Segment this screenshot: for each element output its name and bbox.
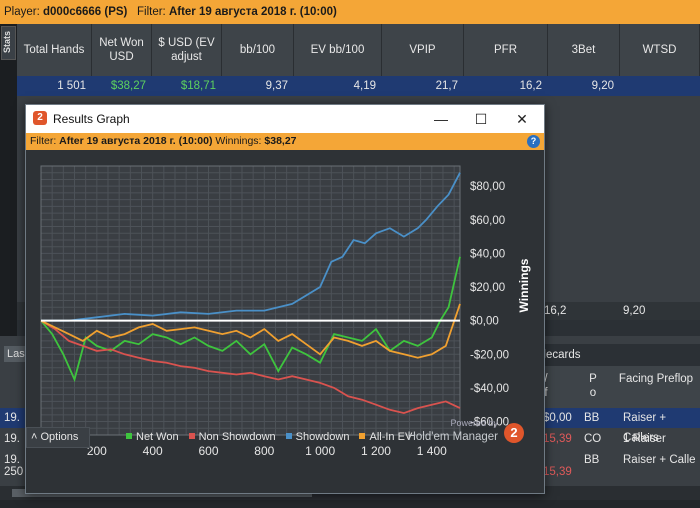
hand-time: 19. [4,412,20,424]
winnings-label: Winnings: [215,135,262,147]
hm2-logo-icon: 2 [33,111,47,125]
graph-filter-value: After 19 августа 2018 г. (10:00) [59,135,213,147]
hand-facing: 1 Raiser [623,433,666,445]
stats-row[interactable]: 1 501 $38,27 $18,71 9,37 4,19 21,7 16,2 9,20 [17,76,700,96]
y-tick-label: -$40,00 [470,383,509,395]
legend-swatch [126,433,132,439]
player-label: Player: [4,6,40,18]
y-tick-label: $40,00 [470,248,505,260]
graph-filter-bar: Filter: After 19 августа 2018 г. (10:00)… [26,133,544,150]
y-axis-label: Winnings [517,258,531,312]
stats-cell [620,76,700,96]
column-header[interactable]: 3Bet [548,24,620,76]
hands-column-header: / f P o Facing Preflop [540,366,700,408]
options-button[interactable]: ˄ Options [26,427,90,448]
column-header[interactable]: $ USD (EV adjust [152,24,222,76]
player-name: d000c6666 (PS) [43,6,128,18]
stats-cell: 4,19 [353,80,376,92]
stats-cell: 1 501 [57,80,86,92]
hand-position: BB [584,412,600,424]
col-facing[interactable]: Facing Preflop [618,372,694,386]
holecards-header: olecards [530,344,700,366]
legend-label: Showdown [295,431,350,443]
brand-name: Hold'em Manager [407,431,498,443]
maximize-button[interactable]: ☐ [461,105,501,133]
window-titlebar[interactable]: 2 Results Graph — ☐ ✕ [26,105,544,133]
stats-tab[interactable]: Stats [1,26,16,60]
column-header[interactable]: PFR [464,24,548,76]
column-header[interactable]: Total Hands [17,24,92,76]
x-tick-label: 1 000 [305,444,335,458]
stats-cell: $38,27 [110,80,146,92]
y-tick-label: $0,00 [470,316,499,328]
powered-by-text: Powered by [450,418,498,428]
legend-item[interactable]: Net Won [126,431,179,443]
options-label: Options [40,431,79,443]
filter-value: After 19 августа 2018 г. (10:00) [168,6,337,18]
filter-label: Filter: [136,6,166,18]
col-pos[interactable]: P o [586,372,600,400]
legend-item[interactable]: Showdown [285,431,350,443]
stats-header: Total Hands Net Won USD $ USD (EV adjust bb… [17,24,700,76]
column-header[interactable]: WTSD [620,24,700,76]
legend-swatch [188,433,195,439]
column-header[interactable]: VPIP [382,24,464,76]
x-tick-label: 400 [143,444,163,458]
window-title: Results Graph [53,112,130,126]
graph-filter-label: Filter: [30,135,57,147]
legend-label: Non Showdown [198,431,276,443]
stats-cell: 9,37 [265,80,288,92]
chart-legend: Net Won Non Showdown Showdown All-In EV [126,431,422,443]
player-filter-bar: Player: d000c6666 (PS) Filter: After 19 … [0,0,700,24]
column-header[interactable]: EV bb/100 [294,24,382,76]
hand-won: 15,39 [543,466,572,478]
legend-label: Net Won [136,431,179,443]
minimize-button[interactable]: — [421,105,461,133]
results-graph-window: 2 Results Graph — ☐ ✕ Filter: After 19 а… [25,104,545,494]
hand-time: 19. [4,433,20,445]
stats-cell: 21,7 [435,80,458,92]
y-tick-label: $80,00 [470,181,505,193]
winnings-value: $38,27 [264,135,297,147]
close-button[interactable]: ✕ [502,105,542,133]
y-tick-label: -$20,00 [470,349,509,361]
chevron-up-icon: ˄ [31,431,38,443]
x-tick-label: 800 [254,444,274,458]
column-header[interactable]: bb/100 [222,24,294,76]
legend-swatch [359,433,366,439]
x-tick-label: 600 [198,444,218,458]
hand-position: CO [584,433,602,445]
column-header[interactable]: Net Won USD [92,24,152,76]
x-tick-label: 1 200 [361,444,391,458]
stats-cell: $18,71 [180,80,216,92]
status-bar [0,500,700,508]
legend-item[interactable]: Non Showdown [188,431,276,443]
stats-cell: 16,2 [519,80,542,92]
hand-won: 15,39 [543,433,572,445]
y-tick-label: $60,00 [470,215,505,227]
help-icon[interactable]: ? [527,135,540,148]
legend-swatch [285,433,292,439]
y-tick-label: $20,00 [470,282,505,294]
hm-branding: Powered by Hold'em Manager 2 [404,417,534,447]
row2-pfr: 16,2 [544,305,567,317]
hand-won: $0,00 [543,412,572,424]
row2-3bet: 9,20 [623,305,646,317]
hm2-badge-icon: 2 [504,423,524,443]
stats-cell: 9,20 [591,80,614,92]
hand-time: 250 [4,466,24,478]
